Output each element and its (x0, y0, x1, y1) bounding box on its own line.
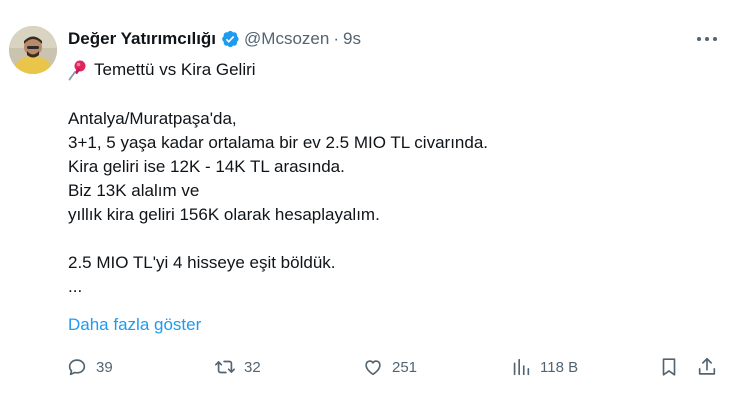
tweet-body-line: 3+1, 5 yaşa kadar ortalama bir ev 2.5 MI… (68, 133, 489, 152)
tweet-subtitle: Temettü vs Kira Geliri (68, 58, 256, 82)
tweet-timestamp[interactable]: 9s (343, 29, 361, 49)
like-button[interactable]: 251 (362, 353, 417, 381)
reply-icon (68, 359, 86, 376)
bookmark-icon (662, 358, 676, 376)
more-options-button[interactable] (694, 30, 720, 48)
retweet-count: 32 (244, 358, 261, 376)
heart-icon (365, 360, 381, 376)
tweet-body-line: Antalya/Muratpaşa'da, (68, 109, 237, 128)
share-icon (698, 357, 716, 375)
tweet-body-line: Kira geliri ise 12K - 14K TL arasında. (68, 157, 345, 176)
retweet-icon (215, 360, 235, 374)
tweet-header: Değer Yatırımcılığı @Mcsozen · 9s (68, 28, 361, 50)
reply-button[interactable]: 39 (66, 353, 113, 381)
views-count: 118 B (540, 358, 579, 376)
like-count: 251 (392, 358, 418, 376)
tweet-body-line: yıllık kira geliri 156K olarak hesaplaya… (68, 205, 380, 224)
verified-badge-icon (220, 29, 240, 49)
bookmark-button[interactable] (658, 353, 680, 381)
tweet-body-line: Biz 13K alalım ve (68, 181, 200, 200)
more-dot-icon (697, 37, 701, 41)
author-name[interactable]: Değer Yatırımcılığı (68, 29, 216, 49)
reply-count: 39 (96, 358, 113, 376)
author-handle[interactable]: @Mcsozen (244, 29, 329, 49)
show-more-link[interactable]: Daha fazla göster (68, 313, 201, 337)
pushpin-icon (68, 59, 88, 81)
more-dot-icon (705, 37, 709, 41)
more-dot-icon (713, 37, 717, 41)
avatar[interactable] (9, 26, 57, 74)
tweet-body-line: ... (68, 277, 83, 296)
tweet-body-blank-line (68, 227, 708, 251)
tweet-card: Değer Yatırımcılığı @Mcsozen · 9s Temett… (0, 0, 730, 420)
retweet-button[interactable]: 32 (214, 353, 261, 381)
analytics-bars-icon (513, 358, 530, 376)
tweet-body-line: 2.5 MIO TL'yi 4 hisseye eşit böldük. (68, 253, 336, 272)
action-bar: 39 32 251 118 B (66, 353, 726, 381)
tweet-body: Antalya/Muratpaşa'da, 3+1, 5 yaşa kadar … (68, 107, 708, 299)
share-button[interactable] (696, 353, 718, 381)
separator-dot: · (333, 29, 339, 48)
views-button[interactable]: 118 B (510, 353, 578, 381)
subtitle-text: Temettü vs Kira Geliri (94, 60, 256, 79)
